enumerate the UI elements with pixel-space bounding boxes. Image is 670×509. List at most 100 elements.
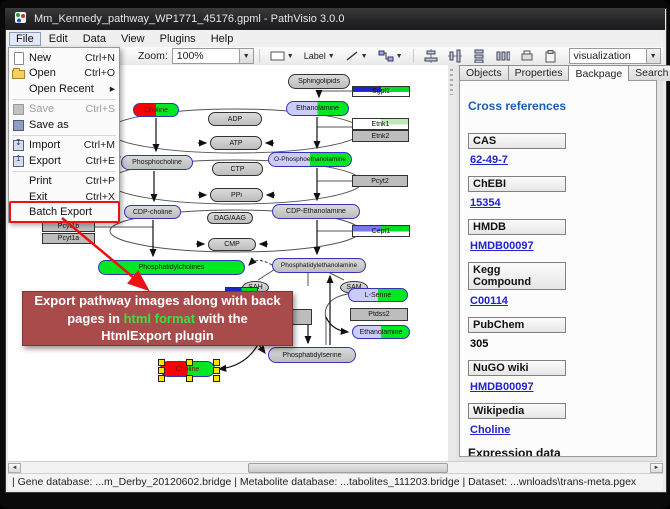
file-menu-item-save-as[interactable]: Save as — [9, 117, 119, 133]
pathway-node-cmp[interactable]: CMP — [208, 238, 256, 251]
scrollbar-thumb[interactable] — [248, 463, 448, 473]
pathway-node-sgpl1[interactable]: Sgpl1 — [352, 86, 410, 97]
selection-handle[interactable] — [158, 359, 165, 366]
pathway-node-cdp-ethanolamine[interactable]: CDP-Ethanolamine — [272, 204, 360, 219]
pathway-node-choline[interactable]: Choline — [133, 103, 179, 117]
file-menu-item-open-recent[interactable]: Open Recent▸ — [9, 81, 119, 97]
menu-item-shortcut: ▸ — [110, 83, 115, 95]
window-title: Mm_Kennedy_pathway_WP1771_45176.gpml - P… — [34, 13, 344, 25]
menu-edit[interactable]: Edit — [42, 32, 75, 46]
backpage-section: Kegg Compound C00114 — [468, 262, 656, 307]
pathway-node-ppi[interactable]: PPi — [210, 188, 263, 202]
file-menu-item-new[interactable]: NewCtrl+N — [9, 50, 119, 66]
clipboard-icon — [545, 50, 557, 63]
tab-search[interactable]: Search — [628, 65, 670, 81]
pathway-node-dag-aag[interactable]: DAG/AAG — [207, 212, 253, 224]
selection-handle[interactable] — [186, 359, 193, 366]
pathway-node-etnk2[interactable]: Etnk2 — [352, 130, 409, 142]
pathway-node-phosphatidylethanolamine[interactable]: Phosphatidylethanolamine — [272, 258, 366, 273]
file-menu-item-open[interactable]: OpenCtrl+O — [9, 66, 119, 82]
pathway-node-choline[interactable]: Choline — [160, 361, 215, 377]
backpage-section: NuGO wiki HMDB00097 — [468, 360, 656, 393]
pathway-node-cept1[interactable]: Cept1 — [352, 225, 410, 237]
stack-horizontal-button[interactable] — [493, 48, 513, 64]
section-value[interactable]: 15354 — [470, 197, 656, 209]
chevron-down-icon[interactable]: ▼ — [239, 49, 253, 63]
menu-view[interactable]: View — [114, 32, 152, 46]
pathway-node-ctp[interactable]: CTP — [212, 162, 263, 176]
zoom-combobox[interactable]: 100% ▼ — [172, 48, 254, 64]
section-value[interactable]: Choline — [470, 424, 656, 436]
pathway-node-sphingolipids[interactable]: Sphingolipids — [288, 74, 350, 89]
file-menu-item-import[interactable]: ImportCtrl+M — [9, 138, 119, 154]
pathway-node-pcyt1a[interactable]: Pcyt1a — [42, 233, 95, 244]
save-floppy-icon — [12, 103, 25, 115]
pathway-node-etnk1[interactable]: Etnk1 — [352, 118, 409, 130]
selection-handle[interactable] — [186, 375, 193, 382]
pathway-node-adp[interactable]: ADP — [208, 112, 262, 126]
visualization-combobox[interactable]: visualization ▼ — [569, 48, 661, 64]
pathway-node-phosphatidylcholines[interactable]: Phosphatidylcholines — [98, 260, 245, 275]
pathway-node-cdp-choline[interactable]: CDP-choline — [124, 205, 181, 219]
align-center-x-icon — [424, 49, 438, 63]
scroll-right-arrow-icon[interactable]: ► — [650, 463, 663, 473]
label-tool-button[interactable]: Label▼ — [300, 49, 339, 63]
section-value[interactable]: HMDB00097 — [470, 240, 656, 252]
tab-backpage[interactable]: Backpage — [568, 65, 629, 81]
tab-properties[interactable]: Properties — [508, 65, 570, 81]
connector-icon — [378, 50, 394, 62]
selection-handle[interactable] — [213, 367, 220, 374]
selection-handle[interactable] — [158, 375, 165, 382]
line-tool-button[interactable]: ▼ — [341, 48, 372, 64]
pathway-node-phosphatidylserine[interactable]: Phosphatidylserine — [268, 347, 356, 363]
file-menu-item-print[interactable]: PrintCtrl+P — [9, 174, 119, 190]
menu-item-label: Export — [29, 155, 86, 167]
connector-tool-button[interactable]: ▼ — [374, 48, 407, 64]
status-text: | Gene database: ...m_Derby_20120602.bri… — [12, 476, 636, 488]
pathway-node-ethanolamine[interactable]: Ethanolamine — [286, 101, 349, 116]
selection-handle[interactable] — [213, 359, 220, 366]
selection-handle[interactable] — [158, 367, 165, 374]
visualization-value: visualization — [570, 50, 646, 62]
pathway-node-atp[interactable]: ATP — [210, 136, 262, 150]
section-header-nugo-wiki: NuGO wiki — [468, 360, 566, 376]
zoom-value: 100% — [173, 50, 239, 62]
menu-plugins[interactable]: Plugins — [153, 32, 203, 46]
menu-item-label: New — [29, 52, 85, 64]
section-value: 305 — [470, 338, 656, 350]
chevron-down-icon[interactable]: ▼ — [646, 49, 660, 63]
align-center-x-button[interactable] — [421, 48, 441, 64]
common-bounds-button[interactable] — [517, 48, 537, 64]
pathway-node-ethanolamine[interactable]: Ethanolamine — [352, 325, 410, 339]
backpage-section: PubChem305 — [468, 317, 656, 350]
section-value[interactable]: C00114 — [470, 295, 656, 307]
menu-data[interactable]: Data — [76, 32, 113, 46]
file-menu-item-save[interactable]: SaveCtrl+S — [9, 102, 119, 118]
pathway-node-l-serine[interactable]: L-Serine — [348, 288, 408, 302]
saveas-floppy-icon — [12, 119, 25, 131]
section-value[interactable]: 62-49-7 — [470, 154, 656, 166]
export-icon — [12, 155, 25, 167]
pathway-node-pcyt2[interactable]: Pcyt2 — [352, 175, 408, 187]
align-center-y-button[interactable] — [445, 48, 465, 64]
scroll-left-arrow-icon[interactable]: ◄ — [8, 463, 21, 473]
label-tool-text: Label — [304, 51, 326, 61]
screenshot-frame: Mm_Kennedy_pathway_WP1771_45176.gpml - P… — [0, 0, 670, 509]
stack-vertical-button[interactable] — [469, 48, 489, 64]
datanode-tool-button[interactable]: ▼ — [266, 49, 298, 63]
pathway-node-o-phosphoethanolamine[interactable]: O-Phosphoethanolamine — [268, 152, 352, 167]
menu-help[interactable]: Help — [204, 32, 241, 46]
section-header-kegg-compound: Kegg Compound — [468, 262, 566, 290]
callout-text-highlight: html format — [124, 311, 196, 326]
stack-vertical-icon — [472, 49, 486, 63]
section-value[interactable]: HMDB00097 — [470, 381, 656, 393]
menu-item-label: Open Recent — [29, 83, 110, 95]
menu-file[interactable]: File — [9, 32, 41, 46]
selection-handle[interactable] — [213, 375, 220, 382]
tab-objects[interactable]: Objects — [459, 65, 509, 81]
pathway-node-ptdss2[interactable]: Ptdss2 — [350, 308, 408, 321]
panel-splitter[interactable] — [448, 65, 456, 461]
file-menu-item-export[interactable]: ExportCtrl+E — [9, 153, 119, 169]
pathway-node-phosphocholine[interactable]: Phosphocholine — [121, 155, 193, 170]
copy-view-button[interactable] — [541, 48, 561, 64]
